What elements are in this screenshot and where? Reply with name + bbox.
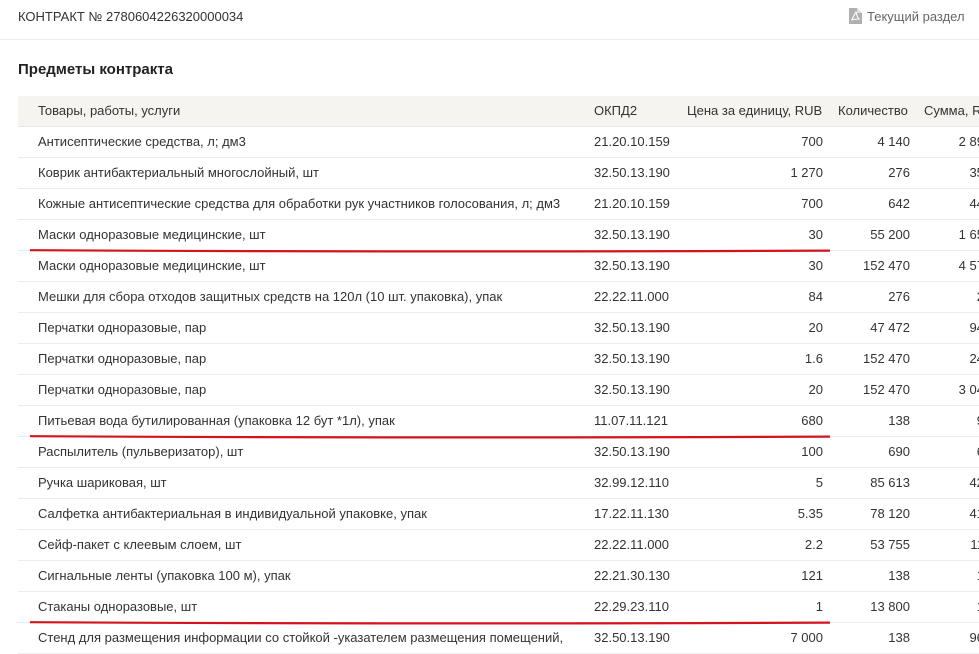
unit-price: 121 [801,568,823,583]
table-row: Ручка шариковая, шт32.99.12.110585 61342… [18,468,979,499]
unit-price: 30 [808,227,823,242]
quantity: 138 [888,568,910,583]
sum: 2 898 0 [958,134,979,149]
current-section-link[interactable]: Текущий раздел [848,6,965,26]
table-row: Маски одноразовые медицинские, шт 32.50.1… [18,251,979,282]
sum: 949 4 [969,320,979,335]
quantity: 138 [888,413,910,428]
table-row: Питьевая вода бутилированная (упаковка 1… [18,406,979,439]
item-name: Маски одноразовые медицинские, шт [38,227,266,242]
unit-price: 1 270 [790,165,823,180]
unit-price: 20 [808,382,823,397]
column-header-sum: Сумма, R [924,103,979,118]
sum: 23 1 [912,282,979,312]
item-name: Перчатки одноразовые, пар [38,351,207,366]
quantity: 4 140 [877,134,910,149]
table-row: Сейф-пакет с клеевым слоем, шт 22.22.11.0… [18,530,979,561]
table-row: Перчатки одноразовые, пар 32.50.13.190 20 1… [18,375,979,406]
unit-price: 7 000 [790,630,823,645]
item-name: Перчатки одноразовые, пар [38,320,207,335]
quantity: 53 755 [870,537,910,552]
pdf-icon [848,8,862,24]
unit-price: 1 [815,599,823,614]
item-name: Стаканы одноразовые, шт [38,599,198,614]
column-header-quantity: Количество [838,103,908,118]
unit-price: 84 [808,289,823,304]
table-row: Стенд для размещения информации со стойк… [18,623,979,654]
table-header-row: Товары, работы, услуги ОКПД2 Цена за еди… [18,96,979,127]
table-row: Салфетка антибактериальная в индивидуаль… [18,499,979,530]
table-row: Перчатки одноразовые, пар 32.50.13.190 1.6… [18,344,979,375]
quantity: 78 120 [870,506,910,521]
sum: 16 6 [912,561,979,591]
quantity: 152 470 [863,351,910,366]
item-name: Стенд для размещения информации со стойк… [38,630,564,645]
quantity: 47 472 [870,320,910,335]
sum: 417 9 [969,506,979,521]
table-row: Распылитель (пульверизатор), шт 32.50.13.… [18,437,979,468]
quantity: 276 [888,289,910,304]
contract-title: КОНТРАКТ № 2780604226320000034 [18,9,244,24]
unit-price: 30 [808,258,823,273]
item-name: Салфетка антибактериальная в индивидуаль… [38,506,427,521]
unit-price: 20 [808,320,823,335]
column-header-goods: Товары, работы, услуги [38,103,181,118]
quantity: 85 613 [870,475,910,490]
sum: 428 0 [969,475,979,490]
top-bar: КОНТРАКТ № 2780604226320000034 Текущий р… [0,0,979,40]
table-row: Мешки для сбора отходов защитных средств… [18,282,979,313]
table-row: Антисептические средства, л; дм3 21.20.10… [18,127,979,158]
unit-price: 100 [801,444,823,459]
item-name: Сейф-пакет с клеевым слоем, шт [38,537,242,552]
table-row: Сигнальные ленты (упаковка 100 м), упак 2… [18,561,979,592]
quantity: 642 [888,196,910,211]
table-row: Коврик антибактериальный многослойный, ш… [18,158,979,189]
sum: 13 8 [912,592,979,622]
unit-price: 5.35 [797,506,823,521]
item-name: Антисептические средства, л; дм3 [38,134,246,149]
contract-items-table: Товары, работы, услуги ОКПД2 Цена за еди… [18,96,979,654]
sum: 243 9 [969,351,979,366]
quantity: 276 [888,165,910,180]
sum: 118 2 [970,537,979,552]
item-name: Питьевая вода бутилированная (упаковка 1… [38,413,395,428]
sum: 69 0 [912,437,979,467]
quantity: 152 470 [863,382,910,397]
quantity: 13 800 [870,599,910,614]
quantity: 138 [888,630,910,645]
sum: 3 049 4 [958,382,979,397]
sum: 449 4 [969,196,979,211]
unit-price: 5 [815,475,823,490]
table-row: Стаканы одноразовые, шт 22.29.23.110 1 13 8… [18,592,979,625]
column-header-unit-price: Цена за единицу, RUB [687,103,823,118]
table-row: Маски одноразовые медицинские, шт 32.50.1… [18,220,979,253]
quantity: 690 [888,444,910,459]
sum: 1 656 0 [958,227,979,242]
quantity: 152 470 [863,258,910,273]
table-row: Перчатки одноразовые, пар 32.50.13.190 20 4… [18,313,979,344]
sum: 350 5 [969,165,979,180]
current-section-label: Текущий раздел [867,8,965,24]
sum: 4 574 1 [958,258,979,273]
item-name: Ручка шариковая, шт [38,475,167,490]
item-name: Сигнальные ленты (упаковка 100 м), упак [38,568,291,583]
unit-price: 2.2 [804,537,823,552]
item-name: Перчатки одноразовые, пар [38,382,207,397]
table-row: Кожные антисептические средства для обра… [18,189,979,220]
sum: 93 8 [912,406,979,436]
section-title: Предметы контракта [18,61,173,78]
unit-price: 700 [801,134,823,149]
quantity: 55 200 [870,227,910,242]
item-name: Мешки для сбора отходов защитных средств… [38,289,503,304]
column-header-okpd2: ОКПД2 [594,103,638,118]
item-name: Распылитель (пульверизатор), шт [38,444,244,459]
unit-price: 1.6 [804,351,823,366]
item-name: Коврик антибактериальный многослойный, ш… [38,165,319,180]
unit-price: 680 [801,413,823,428]
item-name: Маски одноразовые медицинские, шт [38,258,266,273]
sum: 966 0 [969,630,979,645]
unit-price: 700 [801,196,823,211]
item-name: Кожные антисептические средства для обра… [38,196,561,211]
